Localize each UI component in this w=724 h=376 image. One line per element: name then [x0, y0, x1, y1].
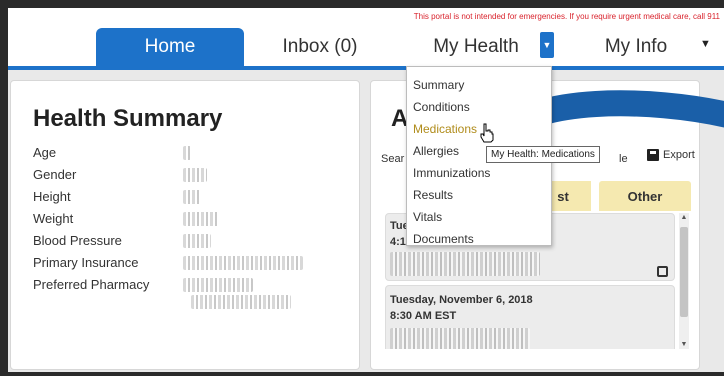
- tab-other[interactable]: Other: [599, 181, 691, 211]
- redacted-value: [183, 168, 207, 182]
- patient-portal: This portal is not intended for emergenc…: [8, 8, 724, 372]
- redacted-value: [191, 295, 291, 309]
- redacted-value: [183, 234, 211, 248]
- search-label: Sear: [381, 153, 405, 165]
- tooltip: My Health: Medications: [486, 146, 600, 163]
- field-label-weight: Weight: [33, 211, 74, 226]
- tab-home[interactable]: Home: [96, 28, 244, 66]
- scrollbar-thumb[interactable]: [680, 227, 688, 317]
- chevron-down-icon[interactable]: ▼: [700, 38, 711, 50]
- tab-my-info[interactable]: My Info: [588, 28, 684, 66]
- scrollbar[interactable]: ▲ ▼: [679, 213, 689, 349]
- redacted-value: [390, 328, 530, 349]
- field-label-height: Height: [33, 189, 71, 204]
- field-label-blood-pressure: Blood Pressure: [33, 233, 122, 248]
- tab-inbox[interactable]: Inbox (0): [270, 28, 370, 66]
- health-summary-card: Health Summary Age Gender Height Weight …: [10, 80, 360, 370]
- field-label-age: Age: [33, 145, 57, 160]
- field-label-gender: Gender: [33, 167, 77, 182]
- redacted-value: [183, 278, 253, 292]
- appointment-time: 8:30 AM EST: [390, 310, 457, 322]
- menu-item-allergies[interactable]: Allergies: [413, 144, 459, 158]
- redacted-value: [183, 212, 219, 226]
- external-link-icon[interactable]: [657, 266, 668, 277]
- menu-item-vitals[interactable]: Vitals: [413, 210, 442, 224]
- list-item[interactable]: Tuesday, November 6, 2018 8:30 AM EST: [385, 285, 675, 349]
- hand-cursor-icon: [480, 123, 494, 143]
- menu-item-documents[interactable]: Documents: [413, 232, 474, 246]
- menu-item-conditions[interactable]: Conditions: [413, 100, 470, 114]
- chevron-up-icon[interactable]: ▲: [679, 214, 689, 221]
- tab-my-health[interactable]: My Health: [412, 28, 540, 66]
- redacted-value: [183, 190, 201, 204]
- emergency-notice: This portal is not intended for emergenc…: [413, 12, 720, 21]
- field-label-primary-insurance: Primary Insurance: [33, 255, 139, 270]
- my-health-dropdown-toggle[interactable]: ▼: [540, 32, 554, 58]
- menu-item-summary[interactable]: Summary: [413, 78, 464, 92]
- menu-item-medications[interactable]: Medications: [413, 122, 477, 136]
- appointment-date: Tuesday, November 6, 2018: [390, 294, 533, 306]
- chevron-down-icon: ▼: [542, 40, 552, 50]
- top-header: This portal is not intended for emergenc…: [8, 8, 724, 70]
- redacted-value: [183, 256, 303, 270]
- menu-item-immunizations[interactable]: Immunizations: [413, 166, 490, 180]
- field-label-preferred-pharmacy: Preferred Pharmacy: [33, 277, 150, 292]
- health-summary-title: Health Summary: [33, 105, 223, 132]
- redacted-value: [390, 252, 540, 276]
- chevron-down-icon[interactable]: ▼: [679, 341, 689, 348]
- menu-item-results[interactable]: Results: [413, 188, 453, 202]
- redacted-value: [183, 146, 191, 160]
